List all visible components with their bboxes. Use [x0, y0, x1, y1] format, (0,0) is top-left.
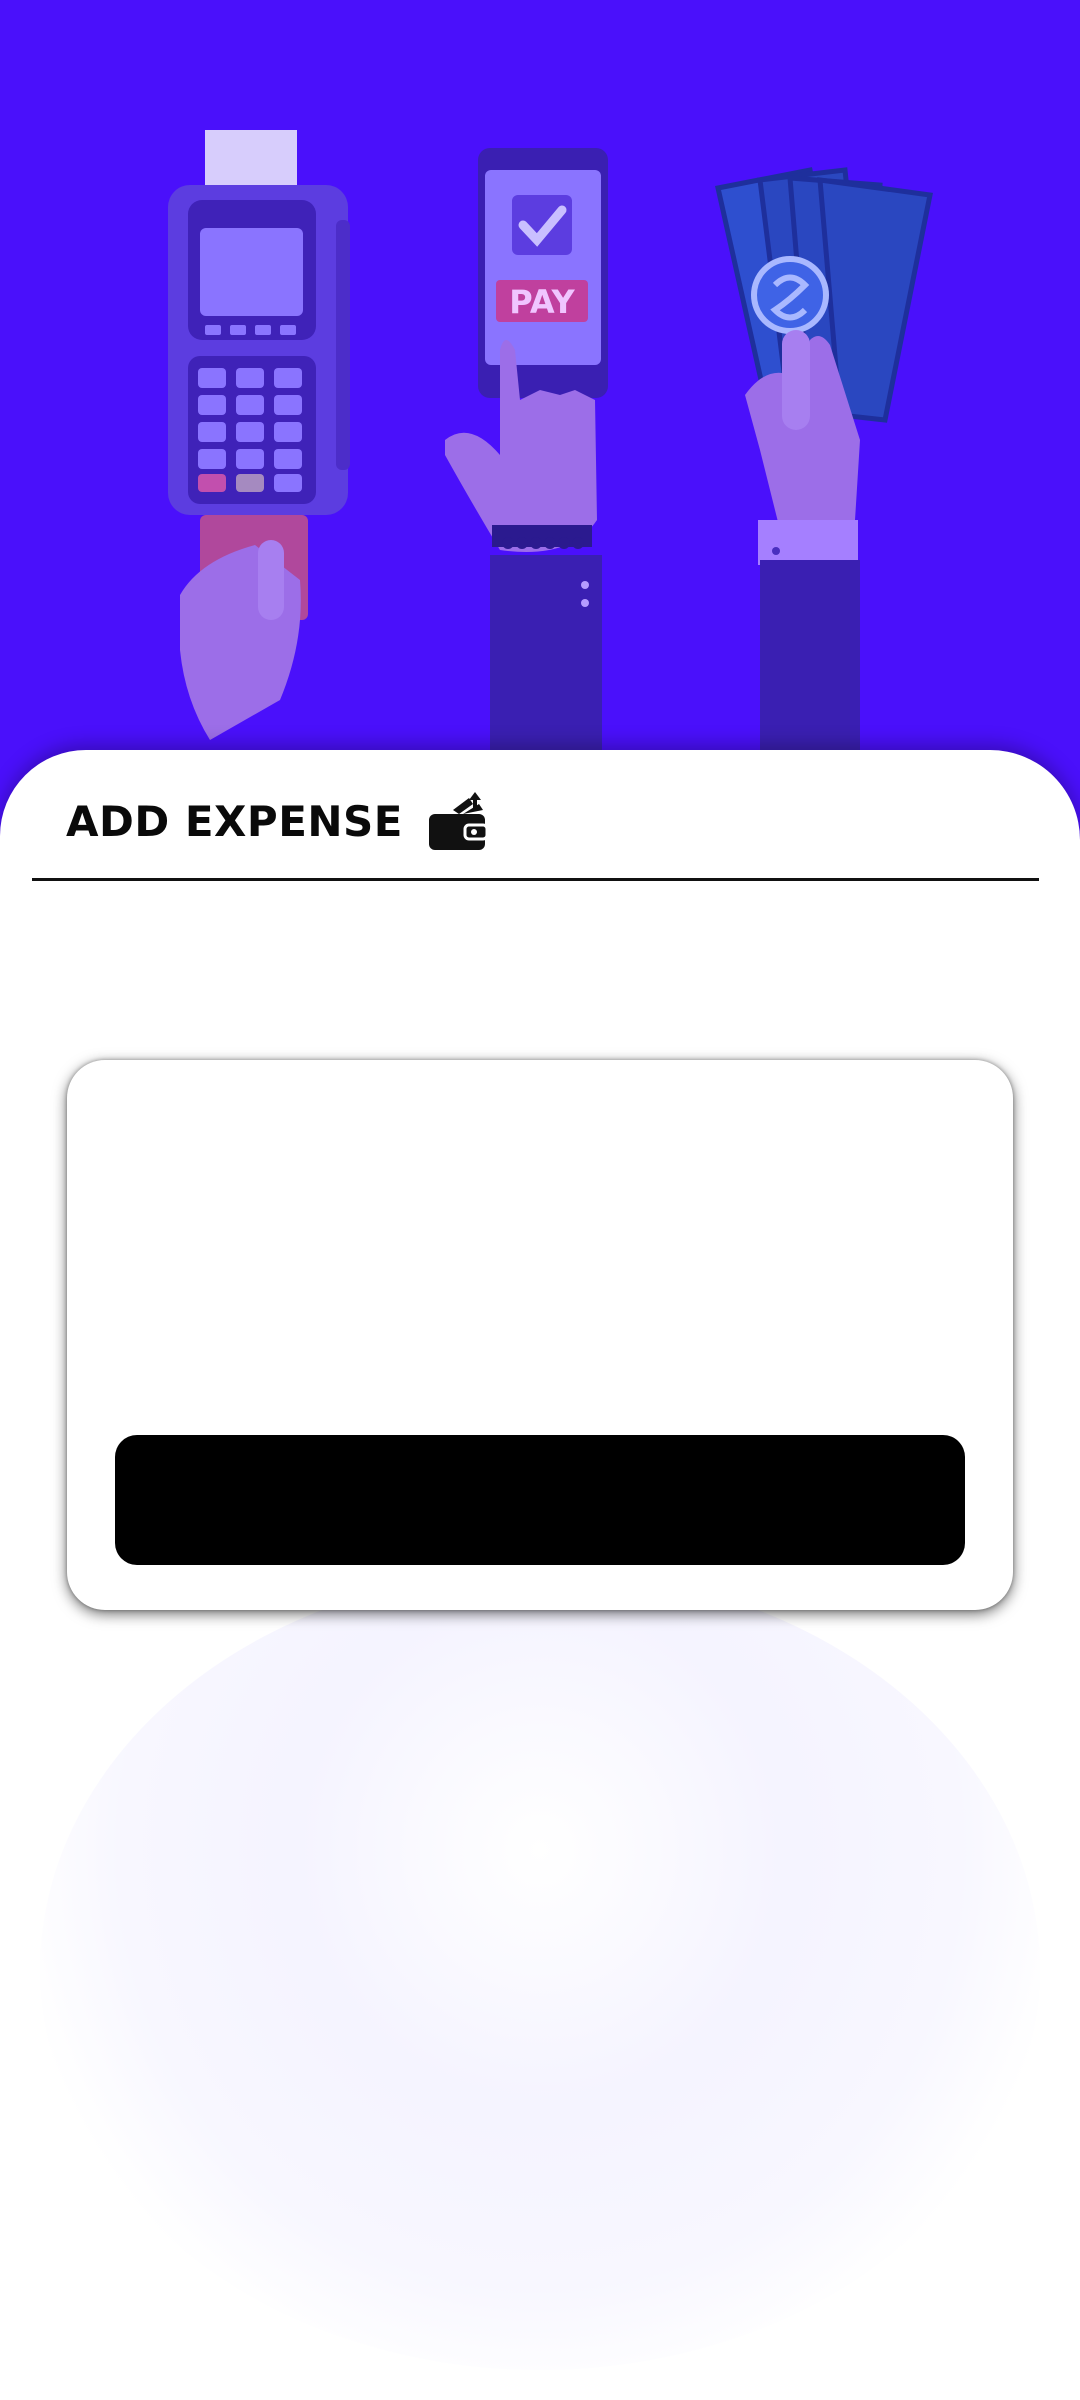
svg-text:PAY: PAY [509, 283, 575, 321]
submit-expense-button[interactable] [115, 1435, 965, 1565]
add-expense-sheet: ADD EXPENSE [0, 750, 1080, 2400]
hero-banner: PAY [0, 0, 1080, 800]
expense-form-card [67, 1060, 1013, 1610]
payment-methods-illustration: PAY [168, 130, 933, 800]
wallet-icon [429, 792, 489, 850]
background-glow [40, 1570, 1040, 2370]
sheet-header: ADD EXPENSE [66, 785, 491, 857]
phone-pay-illustration: PAY [445, 148, 608, 800]
card-terminal-illustration [168, 130, 350, 740]
header-divider [32, 878, 1039, 881]
cash-hand-illustration [714, 167, 933, 800]
page-title: ADD EXPENSE [66, 796, 403, 846]
